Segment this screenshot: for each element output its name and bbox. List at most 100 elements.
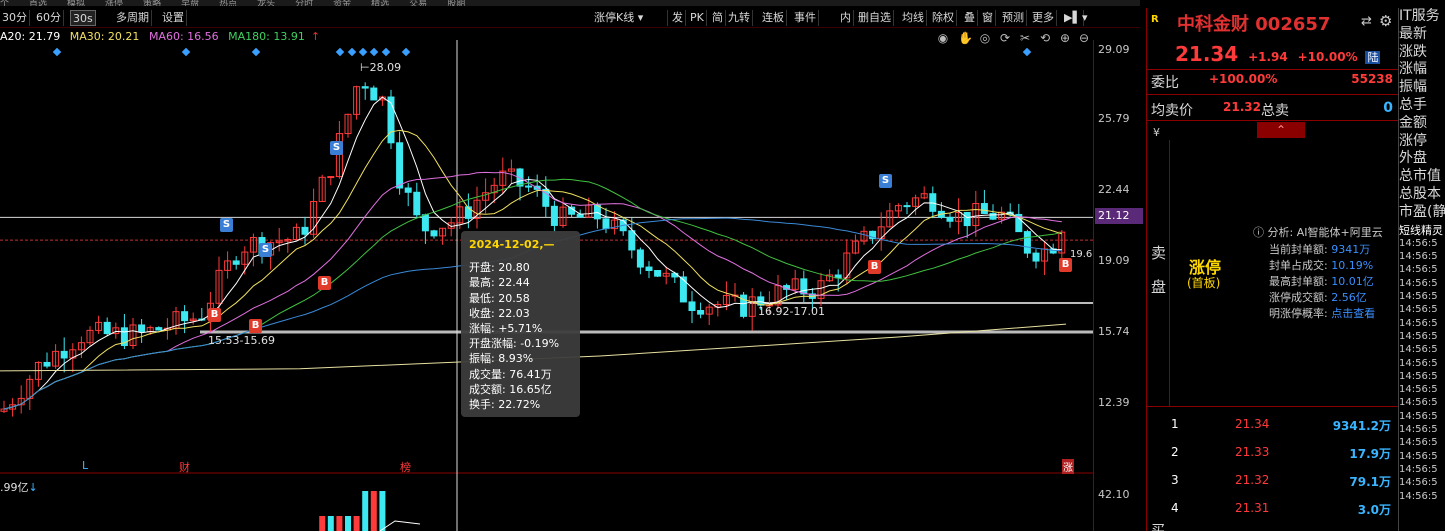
candle-body (602, 218, 610, 230)
menu-item[interactable]: 分时 (295, 0, 313, 6)
more-button[interactable]: 更多 (1030, 10, 1057, 26)
menu-item[interactable]: 早盘 (181, 0, 199, 6)
side-field-label[interactable]: 涨幅 (1399, 61, 1445, 79)
timestamp-row[interactable]: 14:56:5 (1399, 463, 1445, 476)
side-field-label[interactable]: 金额 (1399, 115, 1445, 133)
gear-icon[interactable]: ⚙ (1379, 12, 1392, 30)
event-label[interactable]: 财 (179, 459, 190, 475)
candle-body (60, 350, 68, 359)
side-field-label[interactable]: 涨跌 (1399, 44, 1445, 62)
timestamp-row[interactable]: 14:56:5 (1399, 490, 1445, 503)
toggle-icon[interactable]: ⇄ (1361, 14, 1372, 29)
buy-signal-marker[interactable]: B (318, 276, 331, 290)
menu-item[interactable]: 龙头 (257, 0, 275, 6)
chevron-down-icon[interactable]: ▾ (1080, 10, 1090, 26)
candle-body (1032, 252, 1040, 262)
events-button[interactable]: 事件 (792, 10, 819, 26)
buy-signal-marker[interactable]: B (868, 260, 881, 274)
sell-signal-marker[interactable]: S (220, 218, 233, 232)
remove-watchlist-button[interactable]: 删自选 (856, 10, 894, 26)
tooltip-high: 最高: 22.44 (469, 276, 530, 290)
timestamp-row[interactable]: 14:56:5 (1399, 317, 1445, 330)
event-label[interactable]: L (82, 459, 88, 472)
candle-body (361, 86, 369, 89)
consecutive-limit-button[interactable]: 连板 (760, 10, 787, 26)
timestamp-row[interactable]: 14:56:5 (1399, 370, 1445, 383)
timestamp-row[interactable]: 14:56:5 (1399, 383, 1445, 396)
period-60min-button[interactable]: 60分 (34, 10, 64, 26)
volume-tick: 42.10 (1098, 488, 1130, 501)
order-book-row[interactable]: 4 21.31 3.0万 (1171, 501, 1391, 521)
multi-period-button[interactable]: 多周期 (114, 10, 152, 26)
menu-item[interactable]: 资金 (333, 0, 351, 6)
timestamp-row[interactable]: 14:56:5 (1399, 343, 1445, 356)
settings-button[interactable]: 设置 (160, 10, 187, 26)
menu-item[interactable]: 热点 (219, 0, 237, 6)
overlay-button[interactable]: 叠 (962, 10, 978, 26)
side-field-label[interactable]: 总市值 (1399, 168, 1445, 186)
sell-signal-marker[interactable]: S (879, 174, 892, 188)
buy-signal-marker[interactable]: B (1059, 258, 1072, 272)
simple-button[interactable]: 简 (710, 10, 726, 26)
buy-signal-marker[interactable]: B (208, 308, 221, 322)
timestamp-row[interactable]: 14:56:5 (1399, 450, 1445, 463)
timestamp-row[interactable]: 14:56:5 (1399, 423, 1445, 436)
collapse-up-icon[interactable]: ⌃ (1257, 122, 1305, 138)
moving-average-button[interactable]: 均线 (900, 10, 927, 26)
volume-bar (319, 516, 326, 531)
menu-item[interactable]: 涨停 (105, 0, 123, 6)
top-menu-strip: 个 首选 模拟 涨停 策略 早盘 热点 龙头 分时 资金 精选 交易 股期 (0, 0, 1140, 6)
info-key: 涨停成交额: (1269, 291, 1328, 304)
timestamp-row[interactable]: 14:56:5 (1399, 436, 1445, 449)
timestamp-row[interactable]: 14:56:5 (1399, 357, 1445, 370)
info-row[interactable]: 明涨停概率: 点击查看 (1269, 305, 1375, 321)
window-button[interactable]: 窗 (980, 10, 996, 26)
order-book-row[interactable]: 1 21.34 9341.2万 (1171, 417, 1391, 437)
event-label[interactable]: 榜 (400, 459, 411, 475)
side-field-label[interactable]: 市盈(静) (1399, 204, 1445, 222)
pk-button[interactable]: PK (688, 10, 707, 26)
menu-item[interactable]: 交易 (409, 0, 427, 6)
event-label[interactable]: 涨 (1062, 459, 1074, 474)
ex-rights-button[interactable]: 除权 (930, 10, 957, 26)
timestamp-row[interactable]: 14:56:5 (1399, 410, 1445, 423)
buy-signal-marker[interactable]: B (249, 319, 262, 333)
sell-signal-marker[interactable]: S (330, 141, 343, 155)
forecast-button[interactable]: 预测 (1000, 10, 1027, 26)
volume-bar (336, 516, 343, 531)
period-30min-button[interactable]: 30分 (0, 10, 30, 26)
side-field-label[interactable]: IT服务 (1399, 8, 1445, 26)
timestamp-row[interactable]: 14:56:5 (1399, 476, 1445, 489)
order-book-row[interactable]: 3 21.32 79.1万 (1171, 473, 1391, 493)
menu-item[interactable]: 股期 (447, 0, 465, 6)
side-field-label[interactable]: 总股本 (1399, 186, 1445, 204)
sell-signal-marker[interactable]: S (259, 243, 272, 257)
side-field-label[interactable]: 总手 (1399, 97, 1445, 115)
exchange-badge: 陆 (1365, 51, 1381, 64)
side-field-label[interactable]: 涨停 (1399, 133, 1445, 151)
timestamp-row[interactable]: 14:56:5 (1399, 303, 1445, 316)
menu-item[interactable]: 模拟 (67, 0, 85, 6)
side-field-label[interactable]: 振幅 (1399, 79, 1445, 97)
timestamp-row[interactable]: 14:56:5 (1399, 250, 1445, 263)
indicator-select[interactable]: 涨停K线 ▾ (592, 10, 668, 26)
menu-item[interactable]: 精选 (371, 0, 389, 6)
menu-item[interactable]: 个 (0, 0, 9, 6)
menu-item[interactable]: 首选 (29, 0, 47, 6)
side-field-label[interactable]: 外盘 (1399, 150, 1445, 168)
timestamp-row[interactable]: 14:56:5 (1399, 330, 1445, 343)
nine-turn-button[interactable]: 九转 (726, 10, 753, 26)
menu-item[interactable]: 策略 (143, 0, 161, 6)
candle-body (903, 205, 911, 208)
side-field-label[interactable]: 最新 (1399, 26, 1445, 44)
publish-button[interactable]: 发 (670, 10, 686, 26)
period-30s-button[interactable]: 30s (70, 10, 96, 26)
timestamp-row[interactable]: 14:56:5 (1399, 237, 1445, 250)
order-book-row[interactable]: 2 21.33 17.9万 (1171, 445, 1391, 465)
timestamp-row[interactable]: 14:56:5 (1399, 277, 1445, 290)
timestamp-row[interactable]: 14:56:5 (1399, 396, 1445, 409)
stock-title[interactable]: 中科金财 002657 (1177, 10, 1330, 36)
timestamp-row[interactable]: 14:56:5 (1399, 263, 1445, 276)
timestamp-row[interactable]: 14:56:5 (1399, 290, 1445, 303)
internal-button[interactable]: 内 (838, 10, 854, 26)
